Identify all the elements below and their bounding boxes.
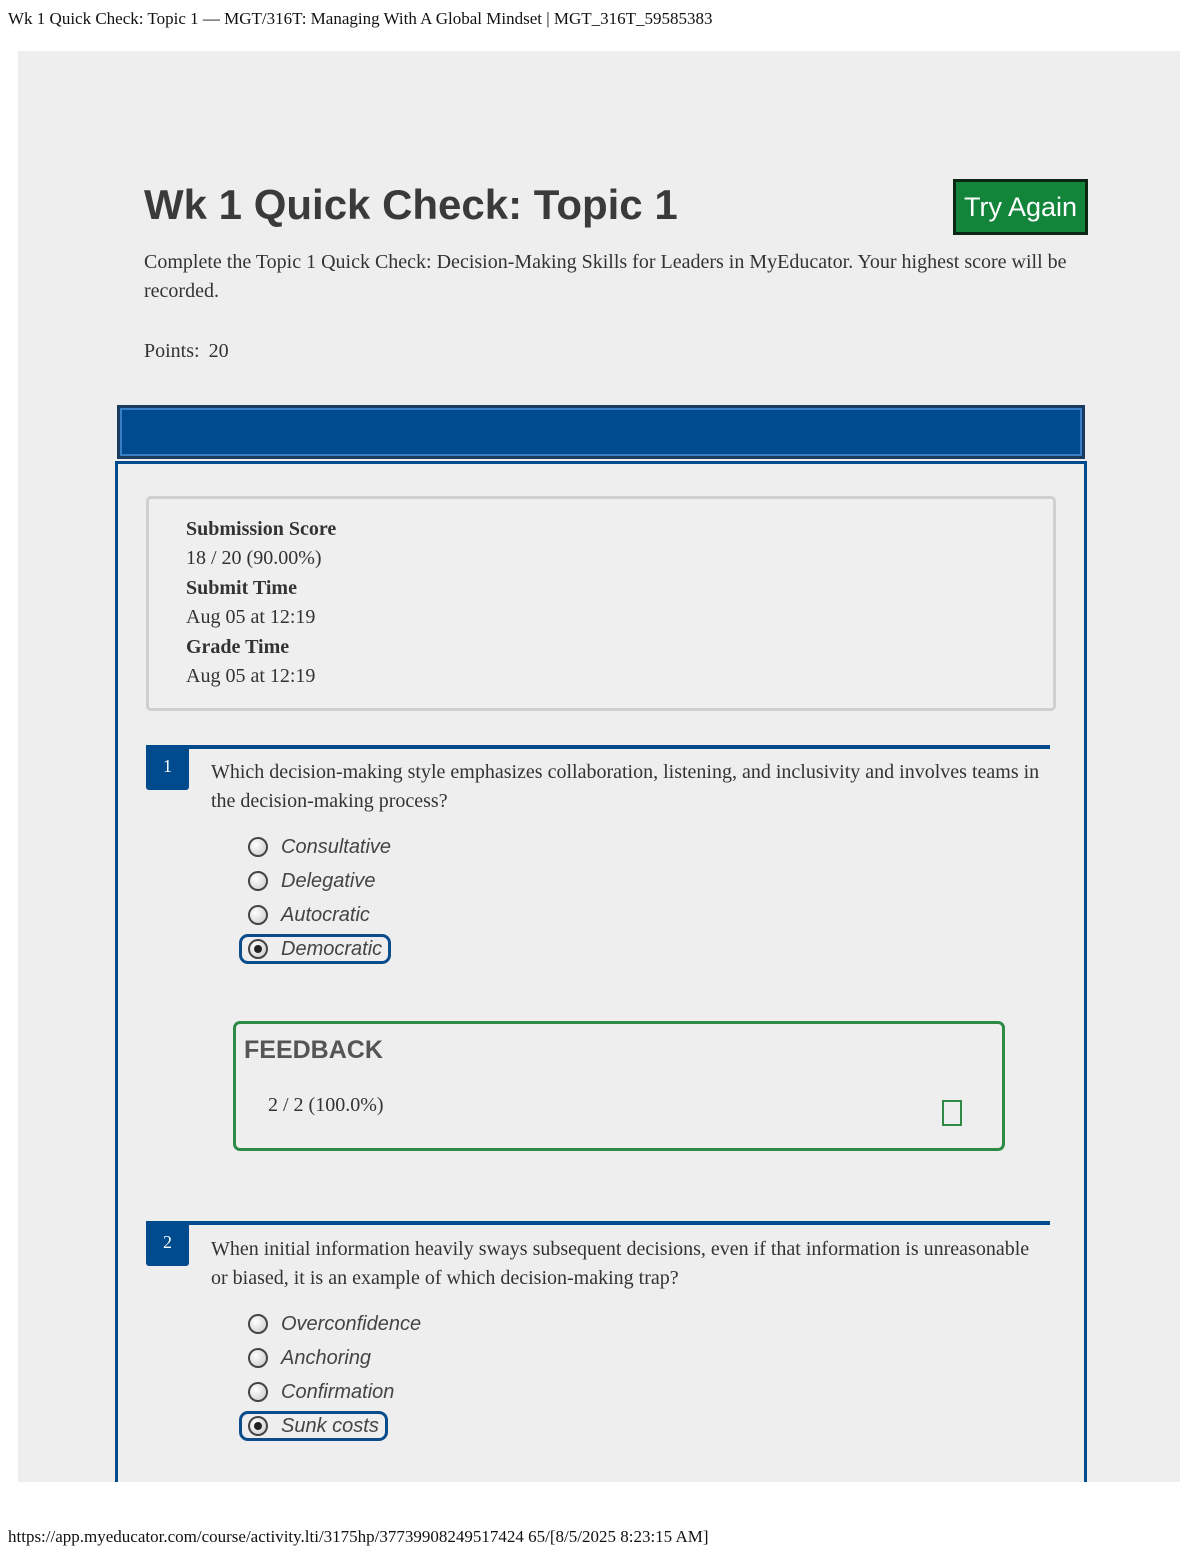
question-1-option-consultative[interactable]: Consultative [248, 832, 391, 862]
try-again-button[interactable]: Try Again [953, 179, 1088, 235]
assignment-page: Wk 1 Quick Check: Topic 1 Try Again Comp… [18, 51, 1180, 1482]
question-2-option-anchoring[interactable]: Anchoring [248, 1343, 371, 1373]
radio-checked-icon[interactable] [248, 1416, 268, 1436]
submission-score-value: 18 / 20 (90.00%) [186, 547, 322, 569]
check-icon [942, 1100, 962, 1126]
question-1-rule [146, 745, 1050, 749]
radio-unchecked-icon[interactable] [248, 1348, 268, 1368]
radio-checked-icon[interactable] [248, 939, 268, 959]
question-1-text: Which decision-making style emphasizes c… [211, 761, 1040, 812]
question-2-option-overconfidence[interactable]: Overconfidence [248, 1309, 421, 1339]
option-label: Anchoring [281, 1346, 372, 1369]
submit-time-label: Submit Time [186, 577, 297, 599]
question-2-option-sunk-costs-selected[interactable]: Sunk costs [239, 1411, 388, 1441]
submit-time-value: Aug 05 at 12:19 [186, 606, 316, 628]
option-label: Delegative [281, 869, 376, 892]
points-value: 20 [208, 340, 229, 362]
question-1-option-autocratic[interactable]: Autocratic [248, 900, 370, 930]
feedback-title: FEEDBACK [244, 1036, 383, 1064]
submission-summary: Submission Score 18 / 20 (90.00%) Submit… [146, 496, 1056, 711]
points-line: Points: 20 [144, 340, 229, 363]
question-1-number: 1 [146, 745, 189, 790]
radio-unchecked-icon[interactable] [248, 871, 268, 891]
question-1-option-delegative[interactable]: Delegative [248, 866, 376, 896]
points-label: Points: [144, 340, 200, 362]
question-2-rule [146, 1221, 1050, 1225]
question-2-option-confirmation[interactable]: Confirmation [248, 1377, 394, 1407]
question-2-text: When initial information heavily sways s… [211, 1238, 1030, 1289]
print-header: Wk 1 Quick Check: Topic 1 — MGT/316T: Ma… [8, 9, 713, 28]
radio-unchecked-icon[interactable] [248, 905, 268, 925]
option-label: Confirmation [281, 1380, 395, 1403]
question-1-feedback: FEEDBACK 2 / 2 (100.0%) [233, 1021, 1005, 1151]
print-footer-url: https://app.myeducator.com/course/activi… [8, 1527, 709, 1546]
grade-time-value: Aug 05 at 12:19 [186, 665, 316, 687]
radio-unchecked-icon[interactable] [248, 1382, 268, 1402]
option-label: Sunk costs [281, 1414, 379, 1437]
option-label: Overconfidence [281, 1312, 422, 1335]
option-label: Consultative [281, 835, 392, 858]
option-label: Democratic [281, 937, 383, 960]
quiz-panel-header [117, 405, 1085, 459]
grade-time-label: Grade Time [186, 636, 290, 658]
feedback-score: 2 / 2 (100.0%) [268, 1094, 384, 1116]
submission-score-label: Submission Score [186, 518, 337, 540]
option-label: Autocratic [281, 903, 370, 926]
question-1-option-democratic-selected[interactable]: Democratic [239, 934, 392, 964]
radio-unchecked-icon[interactable] [248, 1314, 268, 1334]
question-2-number: 2 [146, 1221, 189, 1266]
page-title: Wk 1 Quick Check: Topic 1 [144, 181, 678, 228]
assignment-description: Complete the Topic 1 Quick Check: Decisi… [144, 251, 1067, 302]
radio-unchecked-icon[interactable] [248, 837, 268, 857]
